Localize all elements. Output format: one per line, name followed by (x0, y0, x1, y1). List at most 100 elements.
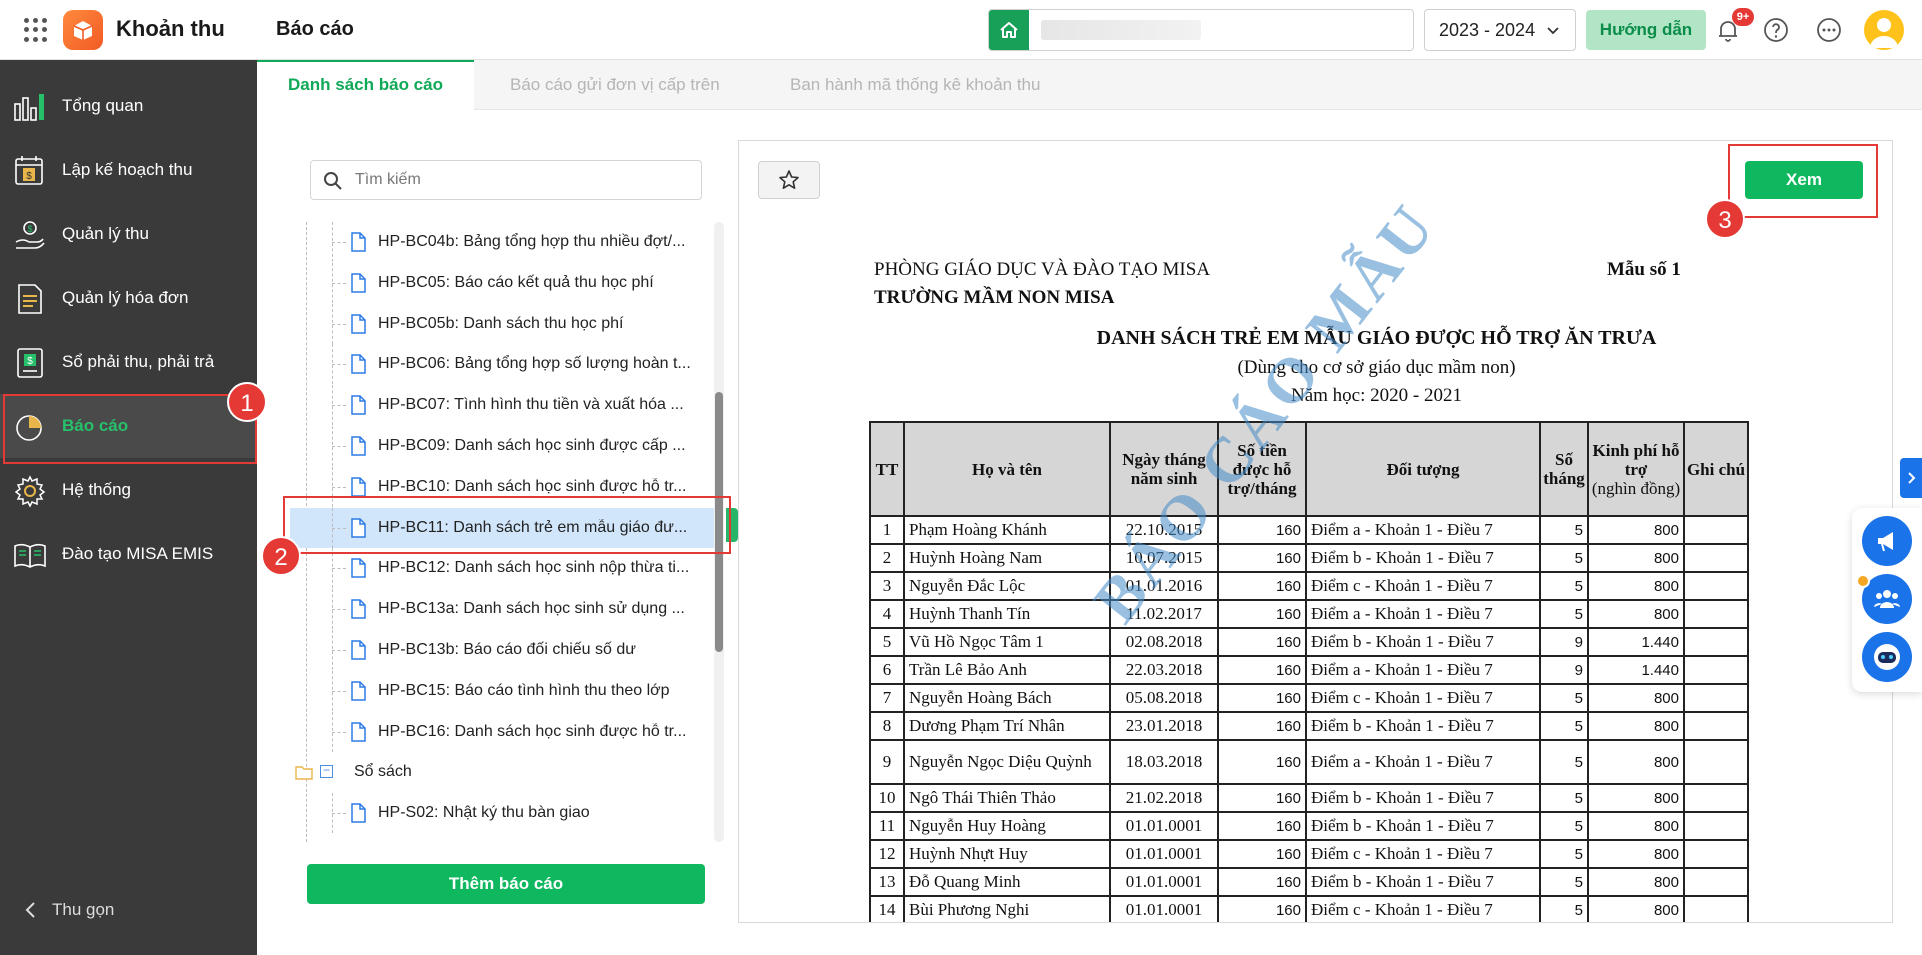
report-item[interactable]: HP-BC10: Danh sách học sinh được hỗ tr..… (290, 466, 720, 507)
cell-funding: 800 (1587, 571, 1685, 601)
sidebar-item-overview[interactable]: Tổng quan (0, 74, 257, 138)
school-year-select[interactable]: 2023 - 2024 (1424, 9, 1576, 51)
report-item[interactable]: HP-BC12: Danh sách học sinh nộp thừa ti.… (290, 548, 720, 589)
guide-button[interactable]: Hướng dẫn (1586, 10, 1706, 50)
col-dob: Ngày tháng năm sinh (1109, 421, 1219, 517)
table-row: 2 Huỳnh Hoàng Nam 10.07.2015 160 Điểm b - Kh… (869, 543, 1749, 573)
report-document: PHÒNG GIÁO DỤC VÀ ĐÀO TẠO MISA TRƯỜNG MẦ… (739, 141, 1892, 922)
expand-right-panel[interactable] (1900, 458, 1922, 498)
report-tree-scrollbar[interactable] (714, 222, 724, 842)
col-note: Ghi chú (1683, 421, 1749, 517)
folder-label: Báo cáo tùy chỉnh (354, 841, 684, 842)
table-row: 9 Nguyễn Ngọc Diệu Quỳnh 18.03.2018 160 Điểm… (869, 739, 1749, 785)
tab-issue-statistic-code[interactable]: Ban hành mã thống kê khoản thu (790, 60, 1040, 110)
sidebar-item-label: Sổ phải thu, phải trả (62, 352, 215, 371)
report-item[interactable]: HP-BC07: Tình hình thu tiền và xuất hóa … (290, 385, 720, 426)
tab-report-to-superior[interactable]: Báo cáo gửi đơn vị cấp trên (510, 60, 720, 110)
cell-tt: 11 (869, 811, 905, 841)
report-item[interactable]: HP-BC11: Danh sách trẻ em mẫu giáo đư... (290, 507, 720, 548)
report-item-label: HP-BC11: Danh sách trẻ em mẫu giáo đư... (378, 518, 688, 536)
cell-name: Nguyễn Hoàng Bách (903, 683, 1111, 713)
cell-note (1683, 655, 1749, 685)
collapse-folder-icon[interactable]: − (320, 764, 333, 779)
sidebar-item-training[interactable]: Đào tạo MISA EMIS (0, 522, 257, 586)
cell-months: 5 (1539, 839, 1589, 869)
report-item[interactable]: HP-BC04b: Bảng tổng hợp thu nhiều đợt/..… (290, 222, 720, 262)
report-tabs: Danh sách báo cáo Báo cáo gửi đơn vị cấp… (257, 60, 1922, 110)
sidebar-item-reports[interactable]: Báo cáo (0, 394, 257, 458)
tree-branch-line (332, 813, 346, 815)
add-report-button[interactable]: Thêm báo cáo (307, 864, 705, 904)
cell-tt: 10 (869, 783, 905, 813)
report-item-label: HP-BC13a: Danh sách học sinh sử dụng ... (378, 600, 685, 618)
user-avatar[interactable] (1864, 10, 1904, 50)
report-item[interactable]: HP-BC16: Danh sách học sinh được hỗ tr..… (290, 711, 720, 752)
report-item[interactable]: HP-BC09: Danh sách học sinh được cấp ... (290, 426, 720, 466)
tree-branch-line (332, 690, 346, 692)
cell-months: 5 (1539, 739, 1589, 785)
home-icon (1000, 22, 1018, 38)
cell-tt: 9 (869, 739, 905, 785)
sidebar-item-plan[interactable]: $ Lập kế hoạch thu (0, 138, 257, 202)
cell-name: Dương Phạm Trí Nhân (903, 711, 1111, 741)
cell-tt: 2 (869, 543, 905, 573)
announcement-button[interactable] (1862, 516, 1912, 566)
sidebar-item-system[interactable]: Hệ thống (0, 458, 257, 522)
annotation-marker-1: 1 (227, 382, 267, 422)
tree-branch-line (332, 405, 346, 407)
cell-months: 5 (1539, 599, 1589, 629)
scrollbar-thumb[interactable] (715, 392, 723, 652)
sidebar-item-ledger[interactable]: $ Sổ phải thu, phải trả (0, 330, 257, 394)
sidebar-item-collect[interactable]: $ Quản lý thu (0, 202, 257, 266)
collapse-sidebar-button[interactable]: Thu gọn (24, 900, 114, 920)
report-item[interactable]: HP-BC13b: Báo cáo đối chiếu số dư (290, 630, 720, 670)
help-button[interactable] (1760, 14, 1792, 46)
col-months: Số tháng (1539, 421, 1589, 517)
hand-coin-icon: $ (15, 221, 45, 249)
tree-branch-line (332, 650, 346, 651)
table-row: 10 Ngô Thái Thiên Thảo 21.02.2018 160 Điểm b… (869, 783, 1749, 813)
document-icon (351, 721, 366, 742)
cell-name: Nguyễn Đắc Lộc (903, 571, 1111, 601)
cell-funding: 800 (1587, 811, 1685, 841)
app-grid-icon[interactable] (24, 18, 48, 42)
tab-report-list[interactable]: Danh sách báo cáo (257, 60, 474, 110)
folder-ledger[interactable]: − Sổ sách (290, 752, 720, 792)
box-icon (73, 21, 93, 40)
more-button[interactable] (1813, 14, 1845, 46)
chevron-right-icon (1908, 472, 1916, 484)
panel-resize-handle[interactable] (726, 508, 738, 542)
cell-tt: 13 (869, 867, 905, 897)
cell-note (1683, 895, 1749, 922)
report-item[interactable]: HP-BC13a: Danh sách học sinh sử dụng ... (290, 589, 720, 630)
folder-custom[interactable]: −Báo cáo tùy chỉnh (290, 830, 720, 842)
home-button[interactable] (989, 10, 1029, 50)
report-item[interactable]: HP-BC05b: Danh sách thu học phí (290, 303, 720, 344)
cell-name: Vũ Hồ Ngọc Tâm 1 (903, 627, 1111, 657)
cell-funding: 1.440 (1587, 627, 1685, 657)
cell-name: Nguyễn Ngọc Diệu Quỳnh (903, 739, 1111, 785)
tree-branch-line (332, 242, 346, 243)
calendar-money-icon: $ (15, 156, 43, 185)
favorite-button[interactable] (758, 161, 820, 199)
cell-amount: 160 (1217, 683, 1307, 713)
assistant-bot-button[interactable] (1862, 632, 1912, 682)
report-search-input[interactable] (355, 161, 685, 199)
tree-branch-line (332, 446, 346, 447)
chevron-down-icon (1547, 27, 1559, 35)
report-item[interactable]: HP-BC06: Bảng tổng hợp số lượng hoàn t..… (290, 344, 720, 385)
report-item[interactable]: HP-S02: Nhật ký thu bàn giao (290, 793, 720, 834)
view-report-button[interactable]: Xem (1745, 161, 1863, 199)
report-preview: PHÒNG GIÁO DỤC VÀ ĐÀO TẠO MISA TRƯỜNG MẦ… (738, 140, 1893, 923)
report-item-label: HP-BC05b: Danh sách thu học phí (378, 314, 624, 332)
report-item[interactable]: HP-BC15: Báo cáo tình hình thu theo lớp (290, 670, 720, 711)
report-item[interactable]: HP-BC05: Báo cáo kết quả thu học phí (290, 262, 720, 303)
cell-dob: 23.01.2018 (1109, 711, 1219, 741)
ledger-book-icon: $ (17, 348, 43, 378)
global-search[interactable] (988, 9, 1414, 51)
col-amount: Số tiền được hỗ trợ/tháng (1217, 421, 1307, 517)
school-year-value: 2023 - 2024 (1439, 19, 1536, 40)
document-icon (351, 436, 366, 456)
report-search (310, 160, 702, 200)
sidebar-item-invoice[interactable]: Quản lý hóa đơn (0, 266, 257, 330)
